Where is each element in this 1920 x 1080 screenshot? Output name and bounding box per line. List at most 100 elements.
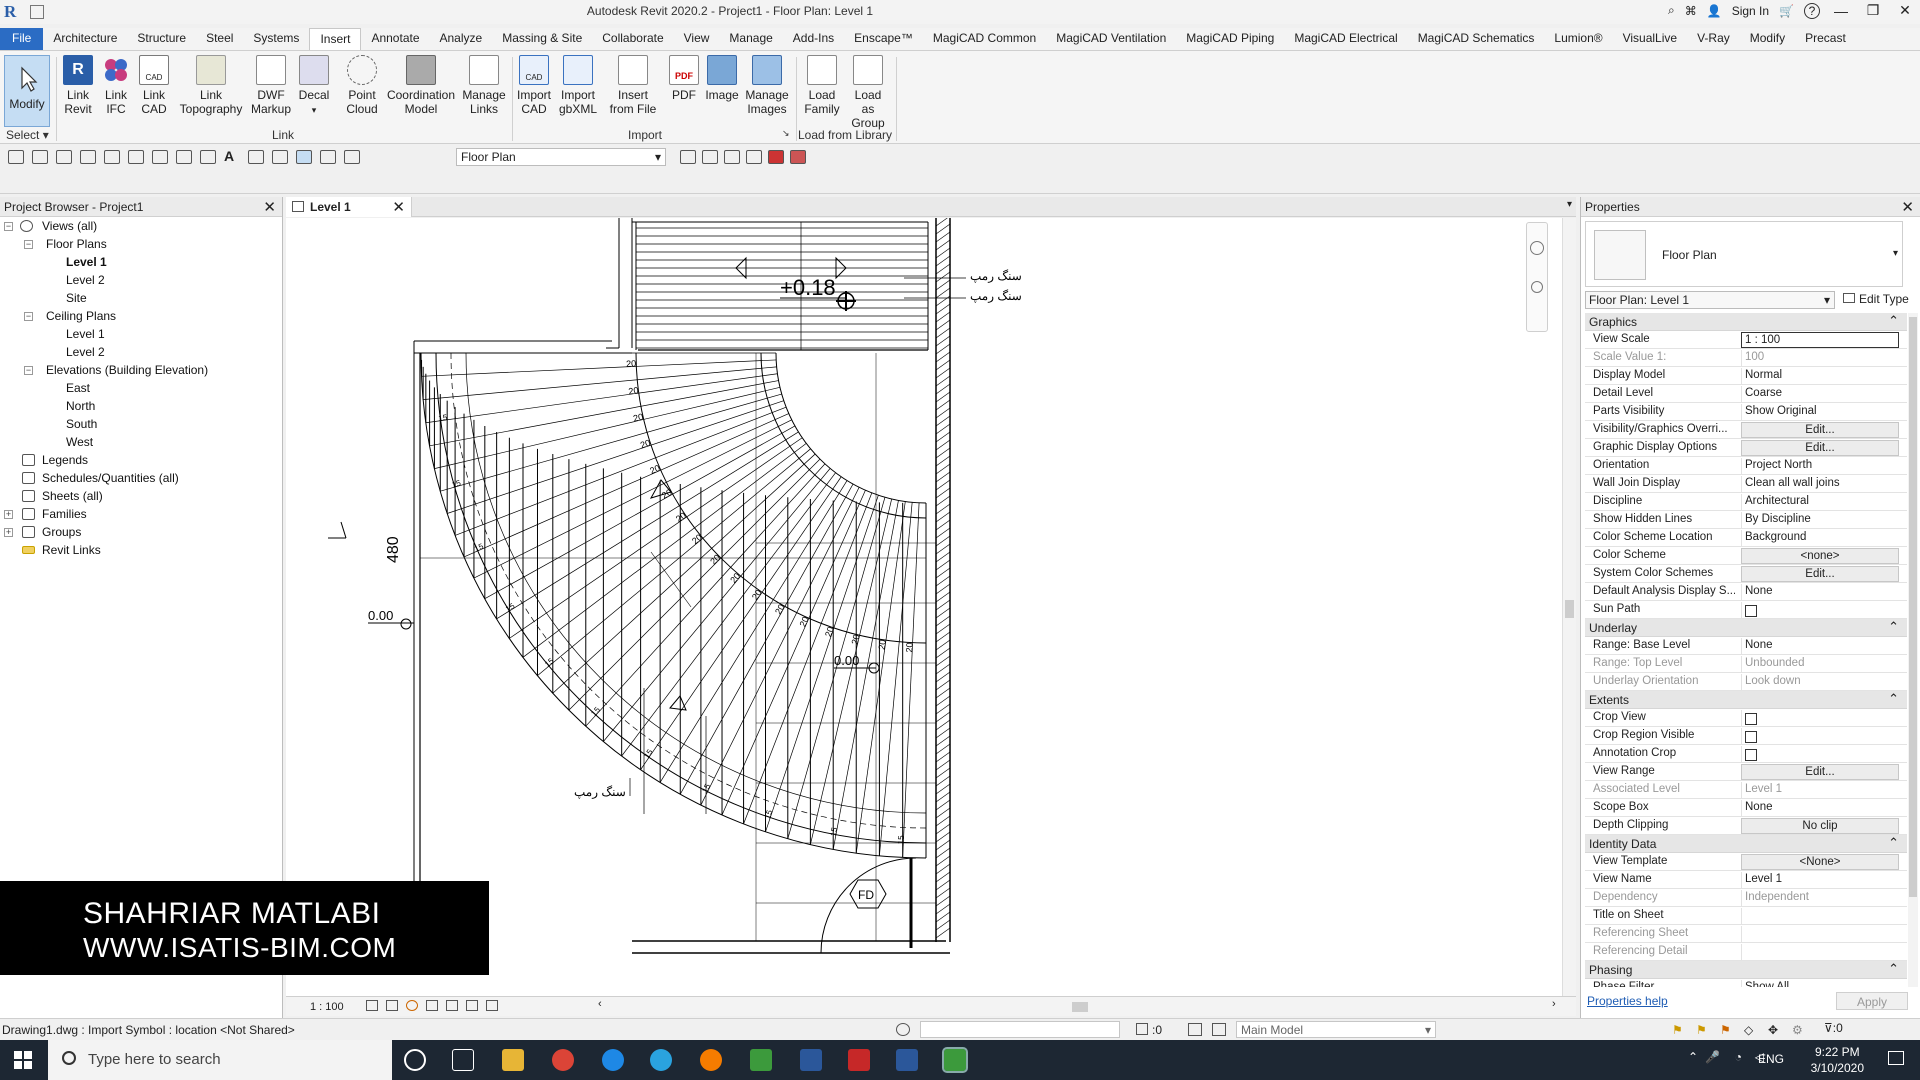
sun-path-icon[interactable] <box>406 1000 418 1011</box>
filter-icon[interactable]: ⊽:0 <box>1824 1021 1843 1035</box>
insert-from-file-button[interactable]: Insert from File <box>606 55 660 116</box>
tree-item-floor-plan-level2[interactable]: Level 2 <box>66 273 105 287</box>
import-gbxml-button[interactable]: Import gbXML <box>556 55 600 116</box>
property-group-phasing[interactable]: Phasing ⌃ <box>1585 961 1907 979</box>
camtasia-icon[interactable] <box>750 1049 772 1071</box>
camtasia-recorder-icon[interactable] <box>942 1047 968 1073</box>
tab-insert[interactable]: Insert <box>309 28 362 50</box>
expand-icon[interactable]: + <box>4 528 13 537</box>
property-value[interactable]: Background <box>1741 530 1899 546</box>
design-option-dropdown[interactable]: Main Model ▾ <box>1236 1021 1436 1038</box>
tree-item-north[interactable]: North <box>66 399 95 413</box>
cut-icon[interactable] <box>768 150 784 164</box>
tab-lumion[interactable]: Lumion® <box>1544 28 1612 50</box>
property-value[interactable]: 1 : 100 <box>1741 332 1899 348</box>
link-topography-button[interactable]: Link Topography <box>176 55 246 116</box>
user-icon[interactable]: 👤 <box>1707 4 1722 18</box>
tab-menu-icon[interactable]: ▾ <box>1567 199 1572 210</box>
task-view-icon[interactable] <box>452 1049 474 1071</box>
property-value[interactable]: None <box>1741 584 1899 600</box>
property-value[interactable]: By Discipline <box>1741 512 1899 528</box>
collapse-icon[interactable]: ⌃ <box>1888 691 1899 707</box>
print-icon[interactable] <box>128 150 144 164</box>
tab-enscape[interactable]: Enscape™ <box>844 28 923 50</box>
underlay-select-icon[interactable]: ⚑ <box>1696 1023 1707 1037</box>
scroll-thumb[interactable] <box>1909 317 1917 897</box>
reveal-hidden-icon[interactable] <box>486 1000 498 1011</box>
tree-item-south[interactable]: South <box>66 417 97 431</box>
drag-select-icon[interactable]: ✥ <box>1768 1023 1778 1037</box>
tab-structure[interactable]: Structure <box>127 28 196 50</box>
drawing-canvas[interactable]: 20 20 20 20 20 20 20 20 20 20 20 20 20 20 20 20 20 15 15 15… <box>286 218 1576 996</box>
tree-item-schedules[interactable]: Schedules/Quantities (all) <box>42 471 179 485</box>
property-value[interactable]: Level 1 <box>1741 872 1899 888</box>
import-cad-button[interactable]: CAD Import CAD <box>514 55 554 116</box>
cart-icon[interactable]: 🛒 <box>1779 4 1794 18</box>
tray-chevron-icon[interactable]: ⌃ <box>1688 1050 1698 1064</box>
edge-icon[interactable] <box>602 1049 624 1071</box>
property-value[interactable]: Project North <box>1741 458 1899 474</box>
tab-visuallive[interactable]: VisualLive <box>1613 28 1687 50</box>
tab-modify[interactable]: Modify <box>1740 28 1795 50</box>
scroll-thumb[interactable] <box>1072 1002 1088 1012</box>
split-icon[interactable] <box>702 150 718 164</box>
3d-view-icon[interactable] <box>248 150 264 164</box>
thin-lines-icon[interactable] <box>296 150 312 164</box>
property-group-underlay[interactable]: Underlay ⌃ <box>1585 619 1907 637</box>
property-value[interactable]: None <box>1741 638 1899 654</box>
property-checkbox[interactable] <box>1745 749 1757 761</box>
tab-collaborate[interactable]: Collaborate <box>592 28 673 50</box>
property-value[interactable]: Coarse <box>1741 386 1899 402</box>
restore-button[interactable]: ❐ <box>1862 2 1884 19</box>
tree-item-east[interactable]: East <box>66 381 90 395</box>
property-group-identity-data[interactable]: Identity Data ⌃ <box>1585 835 1907 853</box>
property-value[interactable] <box>1741 908 1899 924</box>
close-icon[interactable]: ✕ <box>1901 198 1914 216</box>
dwf-markup-button[interactable]: DWF Markup <box>250 55 292 116</box>
load-family-button[interactable]: Load Family <box>800 55 844 116</box>
property-value[interactable] <box>1741 710 1899 726</box>
binoculars-icon[interactable]: ⌘ <box>1685 4 1697 18</box>
property-value[interactable] <box>1741 746 1899 762</box>
tree-item-elevations[interactable]: Elevations (Building Elevation) <box>46 363 208 377</box>
tag-icon[interactable] <box>200 150 216 164</box>
collapse-icon[interactable]: − <box>24 240 33 249</box>
tab-magicad-schematics[interactable]: MagiCAD Schematics <box>1408 28 1545 50</box>
align-icon[interactable] <box>680 150 696 164</box>
tree-item-ceiling-level2[interactable]: Level 2 <box>66 345 105 359</box>
tab-magicad-piping[interactable]: MagiCAD Piping <box>1176 28 1284 50</box>
worksets-icon[interactable] <box>896 1023 910 1036</box>
zoom-icon[interactable] <box>1531 281 1543 293</box>
editing-requests-field[interactable] <box>920 1021 1120 1038</box>
manage-links-button[interactable]: Manage Links <box>460 55 508 116</box>
link-ifc-button[interactable]: Link IFC <box>98 55 134 116</box>
apply-button[interactable]: Apply <box>1836 992 1908 1010</box>
tab-view[interactable]: View <box>674 28 720 50</box>
tab-steel[interactable]: Steel <box>196 28 243 50</box>
notifications-icon[interactable] <box>1888 1051 1904 1065</box>
minimize-button[interactable]: — <box>1830 3 1852 19</box>
windows-start-icon[interactable] <box>14 1051 32 1069</box>
pinned-select-icon[interactable]: ⚑ <box>1720 1023 1731 1037</box>
view-tab-level1[interactable]: Level 1 ✕ <box>286 197 412 217</box>
tab-massing-site[interactable]: Massing & Site <box>492 28 592 50</box>
link-select-icon[interactable]: ⚑ <box>1672 1023 1683 1037</box>
tree-item-sheets[interactable]: Sheets (all) <box>42 489 103 503</box>
property-checkbox[interactable] <box>1745 731 1757 743</box>
image-button[interactable]: Image <box>704 55 740 102</box>
vertical-scrollbar[interactable] <box>1562 218 1576 996</box>
scroll-right-icon[interactable]: › <box>1552 998 1556 1010</box>
property-group-graphics[interactable]: Graphics ⌃ <box>1585 313 1907 331</box>
undo-icon[interactable] <box>80 150 96 164</box>
property-value[interactable] <box>1741 728 1899 744</box>
microphone-icon[interactable]: 🎤 <box>1705 1050 1720 1064</box>
collapse-icon[interactable]: ⌃ <box>1888 835 1899 851</box>
link-revit-button[interactable]: R Link Revit <box>60 55 96 116</box>
tree-item-ceiling-plans[interactable]: Ceiling Plans <box>46 309 116 323</box>
tree-item-floor-plan-level1[interactable]: Level 1 <box>66 255 107 269</box>
collapse-icon[interactable]: − <box>24 312 33 321</box>
collapse-icon[interactable]: − <box>4 222 13 231</box>
import-panel-launcher-icon[interactable]: ↘ <box>782 128 790 139</box>
property-value[interactable]: <None> <box>1741 854 1899 870</box>
design-options-icon[interactable] <box>1188 1023 1202 1036</box>
